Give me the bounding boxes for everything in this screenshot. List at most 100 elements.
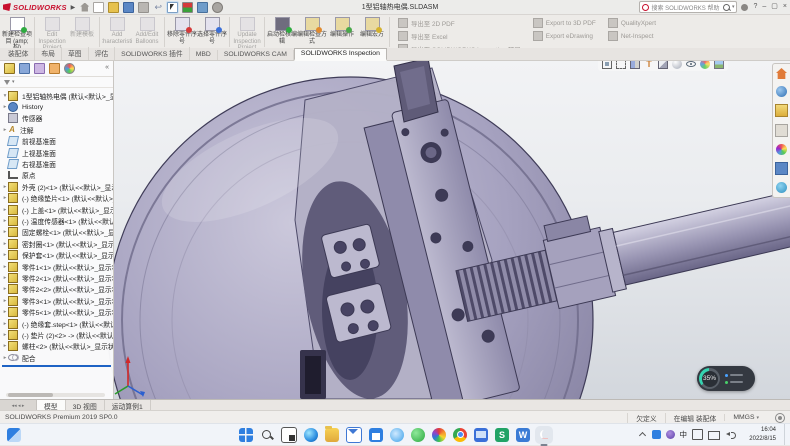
ime-keyboard-icon[interactable] — [692, 429, 703, 440]
tree-item[interactable]: 前视基准面 — [2, 136, 113, 147]
remote-app-button[interactable] — [474, 428, 488, 442]
tree-item[interactable]: ▸(-) 绝缘垫片<1> (默认<<默认>_显 — [2, 193, 113, 204]
ribbon-button-remove-balloons[interactable]: 移除零件序号 — [167, 15, 197, 49]
units-dropdown-icon[interactable]: ▾ — [756, 415, 759, 421]
appearances-scenes-icon[interactable] — [776, 144, 787, 155]
search-icon[interactable] — [723, 4, 730, 11]
solidworks-resources-icon[interactable] — [776, 68, 787, 79]
search-box[interactable]: 搜索 SOLIDWORKS 帮助 ▾ — [639, 1, 737, 13]
ribbon-button-edit-macro[interactable]: 编辑宏方 — [357, 15, 387, 49]
help-button[interactable]: ? — [753, 2, 757, 12]
graphics-area[interactable]: 35% — [0, 60, 790, 399]
mail-button[interactable] — [346, 427, 362, 443]
tree-root-item[interactable]: ▾ 1型铝轴热电偶 (默认<默认>_显示状态-1 — [2, 90, 113, 101]
cad-model-view[interactable] — [0, 60, 790, 399]
store-button[interactable] — [369, 428, 383, 442]
new-document-icon[interactable] — [93, 2, 104, 13]
edge-button[interactable] — [304, 428, 318, 442]
tree-item[interactable]: ▸零件1<1> (默认<<默认>_显示状态 — [2, 261, 113, 272]
hidden-icons-chevron-icon[interactable] — [638, 430, 647, 439]
tab-装配体[interactable]: 装配体 — [2, 47, 35, 60]
safety-icon[interactable] — [666, 430, 675, 439]
cast-icon[interactable] — [708, 431, 720, 440]
minimize-button[interactable]: – — [762, 2, 766, 12]
user-account-icon[interactable] — [741, 4, 748, 11]
color-wheel-app-button[interactable] — [432, 428, 446, 442]
tab-solidworks-cam[interactable]: SOLIDWORKS CAM — [218, 50, 294, 60]
featuremanager-icon[interactable] — [4, 63, 15, 74]
file-explorer-icon[interactable] — [775, 104, 788, 117]
search-button[interactable] — [260, 428, 274, 442]
solidworks-button[interactable] — [537, 428, 551, 442]
onedrive-icon[interactable] — [652, 430, 661, 439]
tree-item[interactable]: 传感器 — [2, 113, 113, 124]
save-icon[interactable] — [123, 2, 134, 13]
dimxpertmanager-icon[interactable] — [49, 63, 60, 74]
tree-item[interactable]: ▸(-) 绝缘套.step<1> (默认<<默认> — [2, 318, 113, 329]
performance-overlay[interactable]: 35% — [697, 366, 755, 391]
tab-评估[interactable]: 评估 — [89, 47, 116, 60]
solidworks-logo[interactable]: SOLIDWORKS — [3, 3, 67, 12]
tree-item[interactable]: ▸(-) 上盖<1> (默认<<默认>_显示状 — [2, 204, 113, 215]
tree-item[interactable]: ▸固定螺栓<1> (默认<<默认>_显示 — [2, 227, 113, 238]
start-button[interactable] — [239, 428, 253, 442]
tree-item[interactable]: ▸History — [2, 101, 113, 112]
filter-dropdown-icon[interactable]: ▾ — [12, 79, 15, 85]
restore-button[interactable]: ▢ — [771, 2, 778, 12]
tree-item[interactable]: ▸零件2<1> (默认<<默认>_显示状 — [2, 272, 113, 283]
tree-item[interactable]: ▸密封圈<1> (默认<<默认>_显示状 — [2, 238, 113, 249]
search-input[interactable]: 搜索 SOLIDWORKS 帮助 — [651, 3, 720, 12]
show-desktop-button[interactable] — [784, 424, 788, 445]
solidworks-forum-icon[interactable] — [776, 182, 787, 193]
file-explorer-button[interactable] — [325, 428, 339, 442]
collapse-panel-icon[interactable]: « — [105, 64, 109, 73]
configurationmanager-icon[interactable] — [34, 63, 45, 74]
propertymanager-icon[interactable] — [19, 63, 30, 74]
select-icon[interactable] — [167, 2, 178, 13]
task-view-button[interactable] — [281, 427, 297, 443]
ribbon-button-edit-method[interactable]: 编辑检查方式 — [297, 15, 327, 49]
tree-item[interactable]: ▸(-) 垫片 (2)<2> -> (默认<<默认 — [2, 329, 113, 340]
close-button[interactable]: × — [783, 2, 787, 12]
wps-app-button[interactable] — [516, 428, 530, 442]
tree-item[interactable]: ▸注解 — [2, 124, 113, 135]
tree-filter-row[interactable]: ▾ — [0, 77, 113, 88]
print-icon[interactable] — [138, 2, 149, 13]
green-messenger-button[interactable] — [411, 428, 425, 442]
view-palette-icon[interactable] — [775, 124, 788, 137]
volume-icon[interactable] — [725, 430, 734, 439]
open-icon[interactable] — [108, 2, 119, 13]
tab-mbd[interactable]: MBD — [190, 50, 218, 60]
options-icon[interactable] — [212, 2, 223, 13]
menu-flyout-arrow-icon[interactable]: ▶ — [71, 4, 76, 11]
tab-solidworks-插件[interactable]: SOLIDWORKS 插件 — [115, 47, 190, 60]
taskbar-clock[interactable]: 16:04 2022/8/15 — [742, 426, 776, 442]
tab-布局[interactable]: 布局 — [35, 47, 62, 60]
search-dropdown-icon[interactable]: ▾ — [732, 4, 735, 10]
tab-solidworks-inspection[interactable]: SOLIDWORKS Inspection — [294, 48, 387, 61]
tree-item[interactable]: ▸零件2<2> (默认<<默认>_显示状 — [2, 284, 113, 295]
tree-item[interactable]: ▸配合 — [2, 352, 113, 363]
ime-lang-icon[interactable]: 中 — [680, 430, 688, 439]
ribbon-button-launch-editor[interactable]: 启动检核编辑 — [267, 15, 297, 49]
custom-properties-icon[interactable] — [775, 162, 788, 175]
tree-item[interactable]: 右视基准面 — [2, 158, 113, 169]
tree-item[interactable]: ▸零件5<1> (默认<<默认>_显示状 — [2, 306, 113, 317]
tree-item[interactable]: ▸螺柱<2> (默认<<默认>_显示状态 — [2, 341, 113, 352]
scene-lights-icon[interactable] — [182, 2, 193, 13]
undo-icon[interactable]: ↩ — [153, 3, 163, 12]
ribbon-button-edit-operation[interactable]: 编辑操作 — [327, 15, 357, 49]
home-icon[interactable] — [80, 3, 89, 12]
tree-horizontal-scrollbar[interactable] — [6, 393, 105, 397]
quick-tips-icon[interactable] — [775, 413, 785, 423]
chrome-button[interactable] — [453, 428, 467, 442]
display-manager-icon[interactable] — [197, 2, 208, 13]
tab-草图[interactable]: 草图 — [62, 47, 89, 60]
tree-item[interactable]: ▸外壳 (2)<1> (默认<<默认>_显示状 — [2, 181, 113, 192]
tree-item[interactable]: ▸保护套<1> (默认<<默认>_显示状 — [2, 249, 113, 260]
s-green-app-button[interactable] — [495, 428, 509, 442]
widgets-button[interactable] — [7, 428, 21, 442]
ribbon-button-select-balloons[interactable]: 选择零件序号 — [197, 15, 227, 49]
tree-item[interactable]: ▸零件3<1> (默认<<默认>_显示状 — [2, 295, 113, 306]
tree-item[interactable]: 上视基准面 — [2, 147, 113, 158]
